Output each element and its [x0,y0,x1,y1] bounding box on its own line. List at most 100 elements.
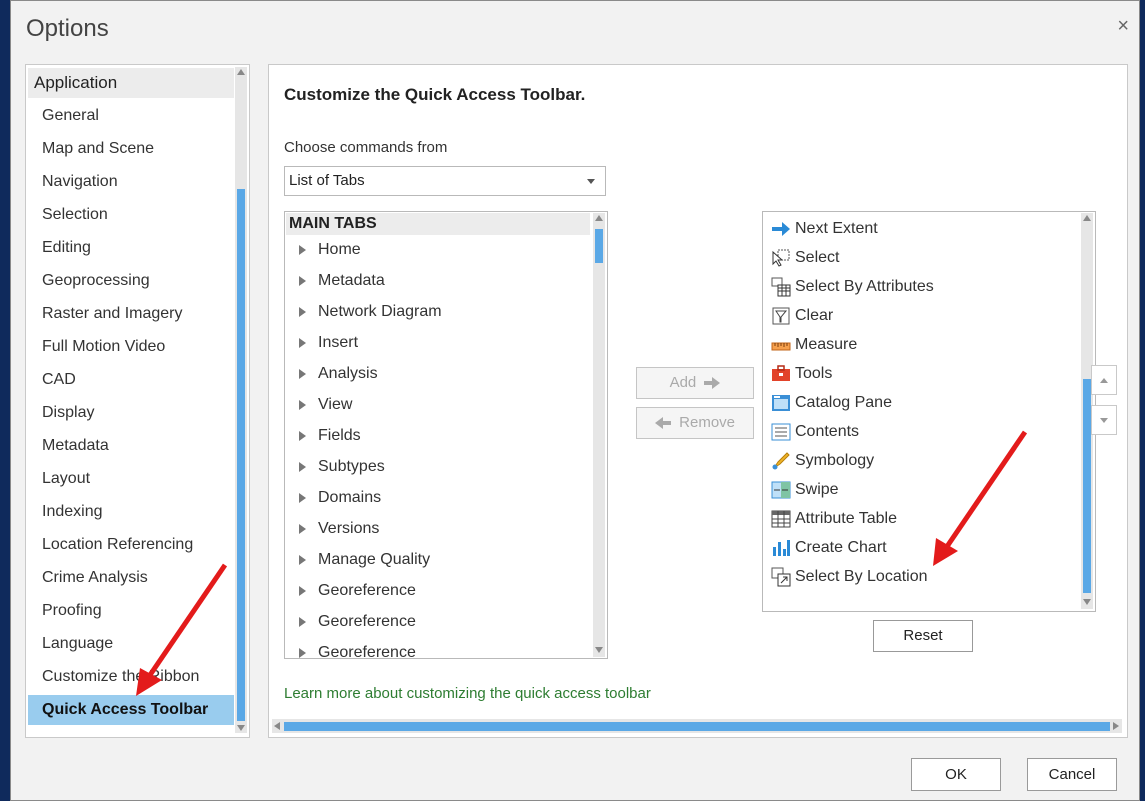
expand-triangle-icon[interactable] [299,275,306,286]
tabs-scroll-thumb[interactable] [595,229,603,263]
scroll-up-arrow-icon[interactable] [595,215,603,221]
nav-item-general[interactable]: General [28,101,234,131]
nav-scrollbar[interactable] [235,67,247,733]
qat-item-select-by-location[interactable]: Select By Location [771,563,928,591]
move-down-button[interactable] [1091,405,1117,435]
qat-item-select[interactable]: Select [771,244,839,272]
expand-triangle-icon[interactable] [299,399,306,410]
tree-item-georeference[interactable]: Georeference [299,577,416,605]
qat-item-tools[interactable]: Tools [771,360,832,388]
expand-triangle-icon[interactable] [299,337,306,348]
nav-item-geoprocessing[interactable]: Geoprocessing [28,266,234,296]
qat-item-next-extent[interactable]: Next Extent [771,215,878,243]
nav-item-map-and-scene[interactable]: Map and Scene [28,134,234,164]
expand-triangle-icon[interactable] [299,523,306,534]
arrow-left-icon [654,417,671,430]
tree-item-fields[interactable]: Fields [299,422,361,450]
nav-item-full-motion-video[interactable]: Full Motion Video [28,332,234,362]
qat-item-measure[interactable]: Measure [771,331,857,359]
expand-triangle-icon[interactable] [299,647,306,658]
nav-item-editing[interactable]: Editing [28,233,234,263]
nav-item-language[interactable]: Language [28,629,234,659]
quick-access-toolbar-list[interactable]: Next Extent Select Select By Attributes … [762,211,1096,612]
tree-item-label: Georeference [318,582,416,599]
nav-item-crime-analysis[interactable]: Crime Analysis [28,563,234,593]
qat-item-symbology[interactable]: Symbology [771,447,874,475]
scroll-right-arrow-icon[interactable] [1113,722,1119,730]
add-button[interactable]: Add [636,367,754,399]
qat-item-clear[interactable]: Clear [771,302,833,330]
tree-item-versions[interactable]: Versions [299,515,379,543]
nav-item-display[interactable]: Display [28,398,234,428]
expand-triangle-icon[interactable] [299,244,306,255]
select-by-attributes-icon [771,277,791,297]
tree-item-georeference[interactable]: Georeference [299,608,416,636]
options-category-list: Application General Map and Scene Naviga… [25,64,250,738]
qat-item-attribute-table[interactable]: Attribute Table [771,505,897,533]
horizontal-scroll-thumb[interactable] [284,722,1110,731]
tree-item-home[interactable]: Home [299,236,361,264]
ok-button[interactable]: OK [911,758,1001,791]
tree-item-network-diagram[interactable]: Network Diagram [299,298,442,326]
nav-item-proofing[interactable]: Proofing [28,596,234,626]
expand-triangle-icon[interactable] [299,430,306,441]
nav-item-metadata[interactable]: Metadata [28,431,234,461]
reset-button[interactable]: Reset [873,620,973,652]
scroll-down-arrow-icon[interactable] [1083,599,1091,605]
nav-item-cad[interactable]: CAD [28,365,234,395]
nav-item-customize-ribbon[interactable]: Customize the Ribbon [28,662,234,692]
qat-item-create-chart[interactable]: Create Chart [771,534,887,562]
tabs-tree-list[interactable]: MAIN TABS Home Metadata Network Diagram … [284,211,608,659]
tree-item-analysis[interactable]: Analysis [299,360,378,388]
tree-item-label: Subtypes [318,458,385,475]
qat-scroll-thumb[interactable] [1083,379,1091,593]
scroll-down-arrow-icon[interactable] [595,647,603,653]
scroll-up-arrow-icon[interactable] [237,69,245,75]
scroll-left-arrow-icon[interactable] [274,722,280,730]
expand-triangle-icon[interactable] [299,306,306,317]
expand-triangle-icon[interactable] [299,585,306,596]
tabs-scrollbar[interactable] [593,213,605,657]
nav-item-location-referencing[interactable]: Location Referencing [28,530,234,560]
expand-triangle-icon[interactable] [299,554,306,565]
qat-item-contents[interactable]: Contents [771,418,859,446]
tree-item-insert[interactable]: Insert [299,329,358,357]
scroll-down-arrow-icon[interactable] [237,725,245,731]
move-up-button[interactable] [1091,365,1117,395]
expand-triangle-icon[interactable] [299,368,306,379]
tree-item-subtypes[interactable]: Subtypes [299,453,385,481]
nav-item-quick-access-toolbar[interactable]: Quick Access Toolbar [28,695,234,725]
chevron-down-icon [587,179,595,184]
tree-item-label: Insert [318,334,359,351]
qat-item-catalog-pane[interactable]: Catalog Pane [771,389,892,417]
qat-item-swipe[interactable]: Swipe [771,476,839,504]
qat-item-label: Contents [795,423,860,440]
nav-item-raster-and-imagery[interactable]: Raster and Imagery [28,299,234,329]
qat-item-label: Select [795,249,840,266]
tree-item-metadata[interactable]: Metadata [299,267,385,295]
close-icon[interactable]: × [1117,15,1129,38]
content-panel: Customize the Quick Access Toolbar. Choo… [268,64,1128,738]
scroll-up-arrow-icon[interactable] [1083,215,1091,221]
tree-item-label: Home [318,241,361,258]
remove-button[interactable]: Remove [636,407,754,439]
nav-scroll-thumb[interactable] [237,189,245,721]
nav-item-indexing[interactable]: Indexing [28,497,234,527]
expand-triangle-icon[interactable] [299,492,306,503]
tree-item-view[interactable]: View [299,391,352,419]
tree-item-georeference[interactable]: Georeference [299,639,416,658]
qat-item-select-by-attributes[interactable]: Select By Attributes [771,273,934,301]
cancel-button[interactable]: Cancel [1027,758,1117,791]
choose-commands-dropdown[interactable]: List of Tabs [284,166,606,196]
nav-item-selection[interactable]: Selection [28,200,234,230]
expand-triangle-icon[interactable] [299,616,306,627]
content-horizontal-scrollbar[interactable] [272,719,1122,733]
qat-item-label: Next Extent [795,220,878,237]
nav-item-navigation[interactable]: Navigation [28,167,234,197]
qat-item-label: Select By Attributes [795,278,934,295]
tree-item-manage-quality[interactable]: Manage Quality [299,546,430,574]
nav-item-layout[interactable]: Layout [28,464,234,494]
expand-triangle-icon[interactable] [299,461,306,472]
tree-item-domains[interactable]: Domains [299,484,381,512]
learn-more-link[interactable]: Learn more about customizing the quick a… [284,685,651,702]
